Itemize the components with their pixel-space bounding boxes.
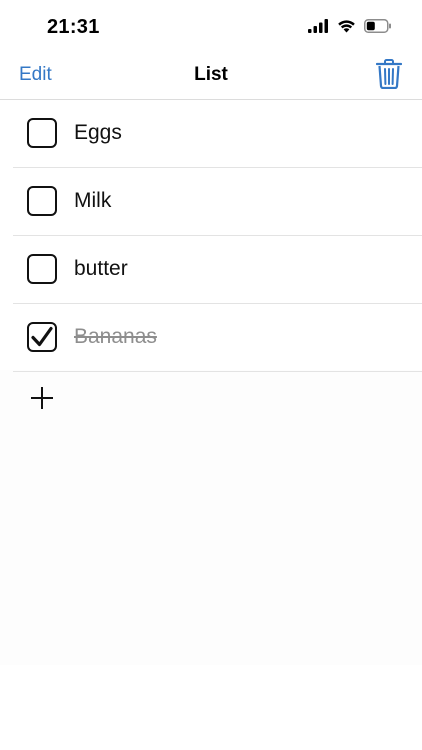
status-bar: 21:31 (0, 0, 422, 56)
list-item-eggs[interactable]: Eggs (13, 100, 422, 168)
battery-icon (364, 19, 392, 38)
list-item-label: Milk (74, 189, 112, 212)
navigation-bar: Edit List (0, 56, 422, 100)
checkbox-unchecked-icon[interactable] (27, 118, 57, 148)
plus-icon[interactable] (29, 385, 55, 411)
wifi-icon (337, 19, 356, 38)
checkbox-unchecked-icon[interactable] (27, 186, 57, 216)
trash-icon[interactable] (375, 59, 403, 94)
status-time: 21:31 (47, 16, 100, 38)
list-item-bananas[interactable]: Bananas (13, 304, 422, 372)
status-icons (308, 19, 392, 38)
content-background (0, 370, 422, 665)
shopping-list: Eggs Milk butter Bananas (0, 100, 422, 372)
cellular-signal-icon (308, 19, 329, 38)
list-item-label: Eggs (74, 121, 122, 144)
list-item-label-completed: Bananas (74, 325, 157, 348)
checkbox-unchecked-icon[interactable] (27, 254, 57, 284)
list-item-butter[interactable]: butter (13, 236, 422, 304)
list-item-milk[interactable]: Milk (13, 168, 422, 236)
screen: 21:31 Edit List Eggs Milk butter Bananas (0, 0, 422, 750)
page-title: List (194, 64, 228, 85)
list-item-label: butter (74, 257, 128, 280)
checkbox-checked-icon[interactable] (27, 322, 57, 352)
